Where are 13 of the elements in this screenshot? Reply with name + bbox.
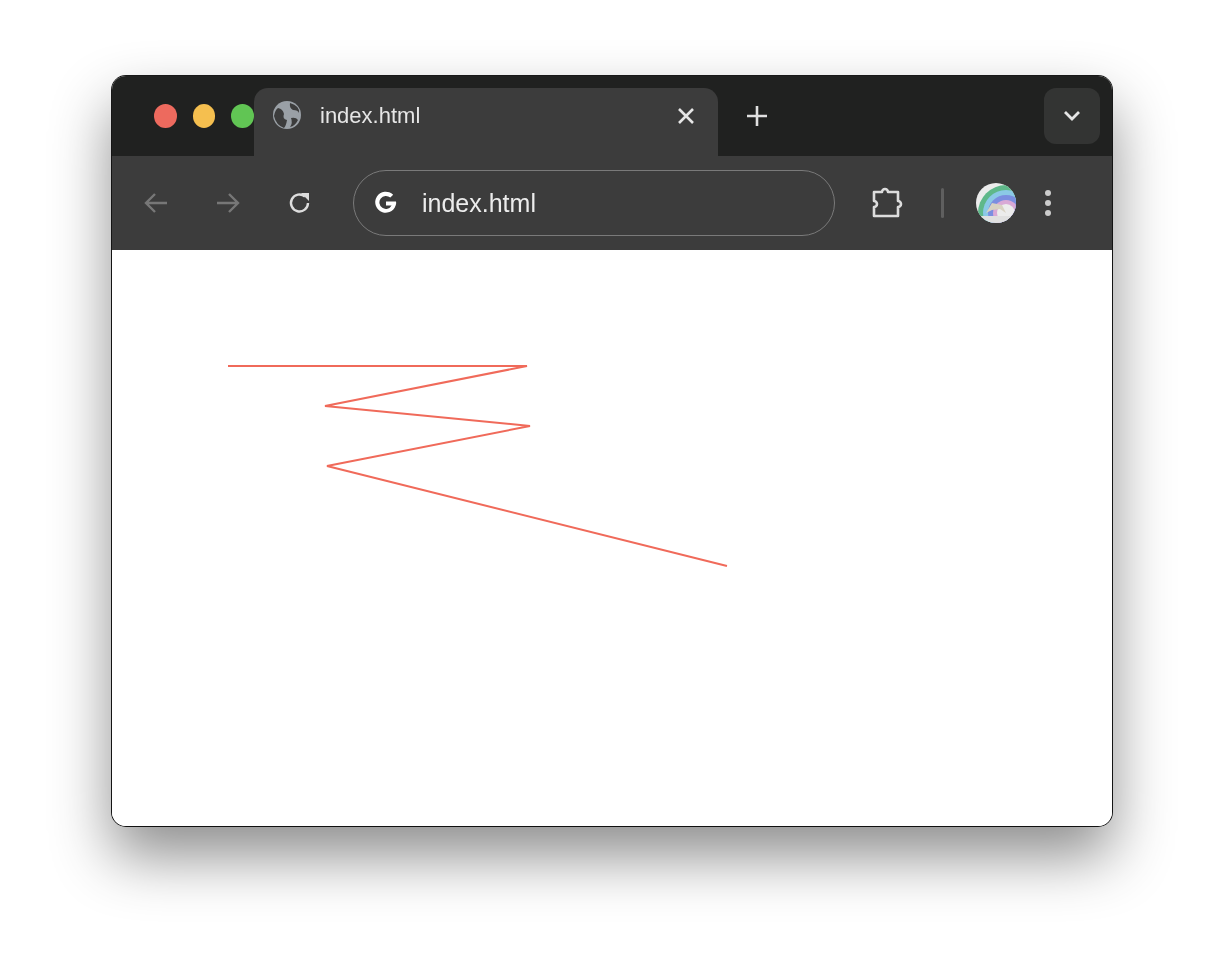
close-window-button[interactable]: [154, 104, 177, 128]
menu-icon[interactable]: [1044, 189, 1052, 217]
tab-search-button[interactable]: [1044, 88, 1100, 144]
browser-tab[interactable]: index.html: [254, 88, 718, 156]
new-tab-icon[interactable]: [745, 104, 769, 128]
puzzle-icon[interactable]: [871, 187, 905, 219]
close-icon[interactable]: [676, 106, 696, 126]
address-field[interactable]: index.html: [422, 188, 802, 218]
tab-title: index.html: [320, 103, 422, 129]
zoom-window-button[interactable]: [231, 104, 254, 128]
caret-icon: [1063, 110, 1081, 122]
globe-icon: [272, 100, 302, 130]
minimize-window-button[interactable]: [192, 104, 216, 128]
